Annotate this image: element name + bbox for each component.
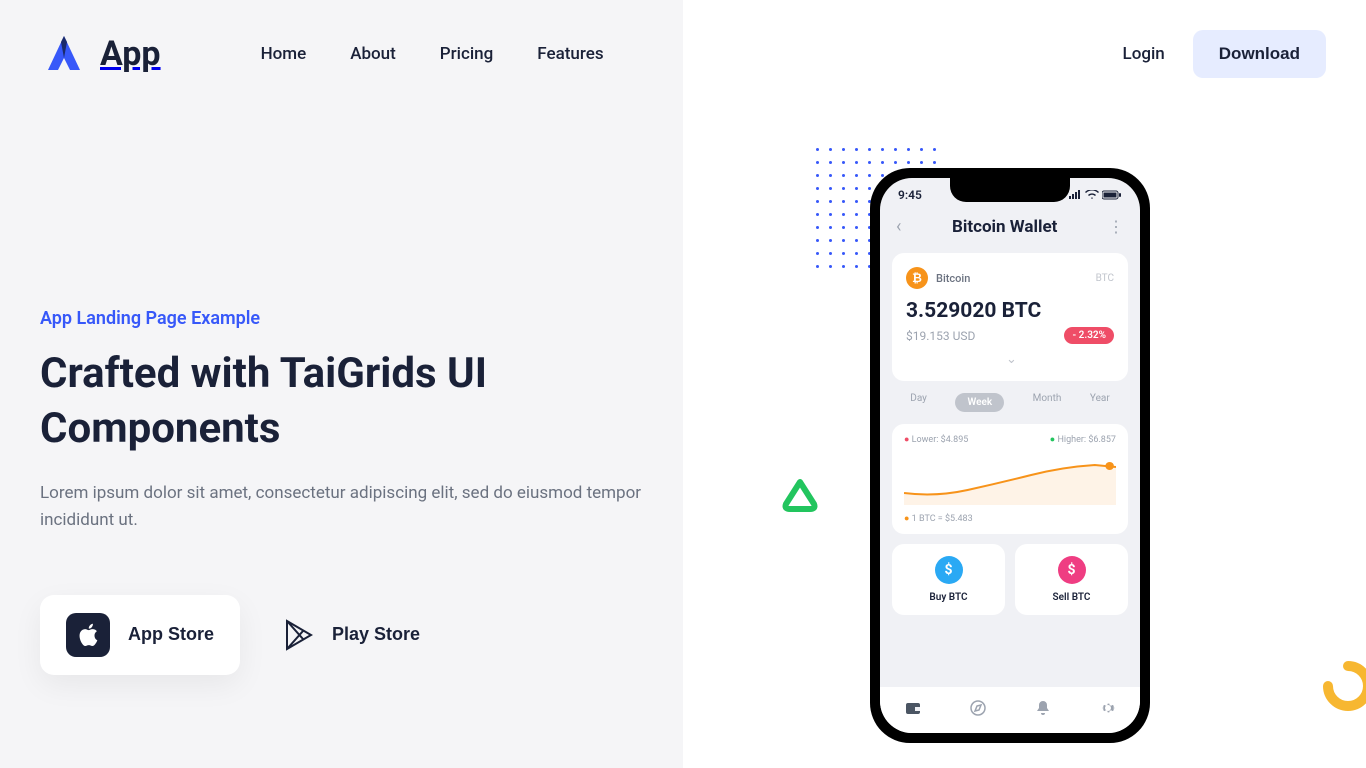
- range-day[interactable]: Day: [910, 393, 927, 412]
- hero: App Landing Page Example Crafted with Ta…: [0, 108, 1366, 675]
- header-right: Login Download: [1123, 30, 1326, 78]
- header: App Home About Pricing Features Login Do…: [0, 0, 1366, 108]
- buy-label: Buy BTC: [892, 592, 1005, 603]
- logo-text: App: [100, 34, 161, 74]
- legend-lower: Lower: $4.895: [904, 434, 968, 445]
- chart-line: [904, 455, 1116, 505]
- triangle-decoration: [780, 476, 820, 516]
- hero-left: App Landing Page Example Crafted with Ta…: [40, 108, 680, 675]
- sell-label: Sell BTC: [1015, 592, 1128, 603]
- action-row: $ Buy BTC $ Sell BTC: [892, 544, 1128, 615]
- play-store-label: Play Store: [332, 624, 420, 645]
- coin-symbol: BTC: [1096, 273, 1114, 284]
- app-header: ‹ Bitcoin Wallet ⋮: [880, 202, 1140, 247]
- buy-card[interactable]: $ Buy BTC: [892, 544, 1005, 615]
- app-title: Bitcoin Wallet: [952, 217, 1057, 237]
- balance-amount: 3.529020 BTC: [906, 299, 1114, 323]
- status-icons: [1068, 188, 1122, 202]
- login-link[interactable]: Login: [1123, 44, 1165, 64]
- sell-icon: $: [1058, 556, 1086, 584]
- legend-higher: Higher: $6.857: [1050, 434, 1116, 445]
- main-nav: Home About Pricing Features: [261, 44, 604, 64]
- moon-decoration: [1320, 658, 1366, 714]
- range-week[interactable]: Week: [955, 393, 1004, 412]
- chart-card: Lower: $4.895 Higher: $6.857 1 BTC = $5.…: [892, 424, 1128, 534]
- balance-row: $19.153 USD - 2.32%: [906, 327, 1114, 344]
- hero-title: Crafted with TaiGrids UI Components: [40, 347, 680, 456]
- gear-icon[interactable]: [1099, 699, 1117, 721]
- hero-description: Lorem ipsum dolor sit amet, consectetur …: [40, 480, 680, 534]
- pct-badge: - 2.32%: [1064, 327, 1114, 344]
- play-icon: [284, 619, 314, 651]
- btc-rate: 1 BTC = $5.483: [904, 513, 1116, 524]
- chevron-down-icon[interactable]: ⌄: [906, 352, 1114, 367]
- phone-screen: 9:45 ‹ Bitcoin Wallet ⋮ ₿ Bitcoin: [880, 178, 1140, 733]
- compass-icon[interactable]: [969, 699, 987, 721]
- range-year[interactable]: Year: [1090, 393, 1110, 412]
- nav-pricing[interactable]: Pricing: [440, 44, 494, 64]
- coin-name: Bitcoin: [936, 272, 970, 285]
- app-store-label: App Store: [128, 624, 214, 645]
- phone-mockup: 9:45 ‹ Bitcoin Wallet ⋮ ₿ Bitcoin: [870, 168, 1150, 743]
- bottom-nav: [880, 687, 1140, 733]
- coin-row: ₿ Bitcoin BTC: [906, 267, 1114, 289]
- bell-icon[interactable]: [1034, 699, 1052, 721]
- usd-value: $19.153 USD: [906, 329, 975, 343]
- range-tabs: Day Week Month Year: [880, 387, 1140, 418]
- balance-card: ₿ Bitcoin BTC 3.529020 BTC $19.153 USD -…: [892, 253, 1128, 381]
- download-button[interactable]: Download: [1193, 30, 1326, 78]
- store-buttons: App Store Play Store: [40, 595, 680, 675]
- range-month[interactable]: Month: [1033, 393, 1062, 412]
- app-store-button[interactable]: App Store: [40, 595, 240, 675]
- play-store-button[interactable]: Play Store: [276, 601, 428, 669]
- phone-notch: [950, 178, 1070, 202]
- sell-card[interactable]: $ Sell BTC: [1015, 544, 1128, 615]
- nav-features[interactable]: Features: [537, 44, 603, 64]
- hero-eyebrow: App Landing Page Example: [40, 308, 680, 329]
- menu-icon[interactable]: ⋮: [1108, 217, 1124, 236]
- apple-icon: [66, 613, 110, 657]
- logo-icon: [40, 30, 88, 78]
- wallet-icon[interactable]: [904, 699, 922, 721]
- status-time: 9:45: [898, 188, 922, 202]
- logo[interactable]: App: [40, 30, 161, 78]
- hero-right: 9:45 ‹ Bitcoin Wallet ⋮ ₿ Bitcoin: [680, 108, 1326, 675]
- back-icon[interactable]: ‹: [896, 216, 901, 237]
- nav-about[interactable]: About: [350, 44, 396, 64]
- chart-legend: Lower: $4.895 Higher: $6.857: [904, 434, 1116, 445]
- bitcoin-icon: ₿: [906, 267, 928, 289]
- buy-icon: $: [935, 556, 963, 584]
- nav-home[interactable]: Home: [261, 44, 307, 64]
